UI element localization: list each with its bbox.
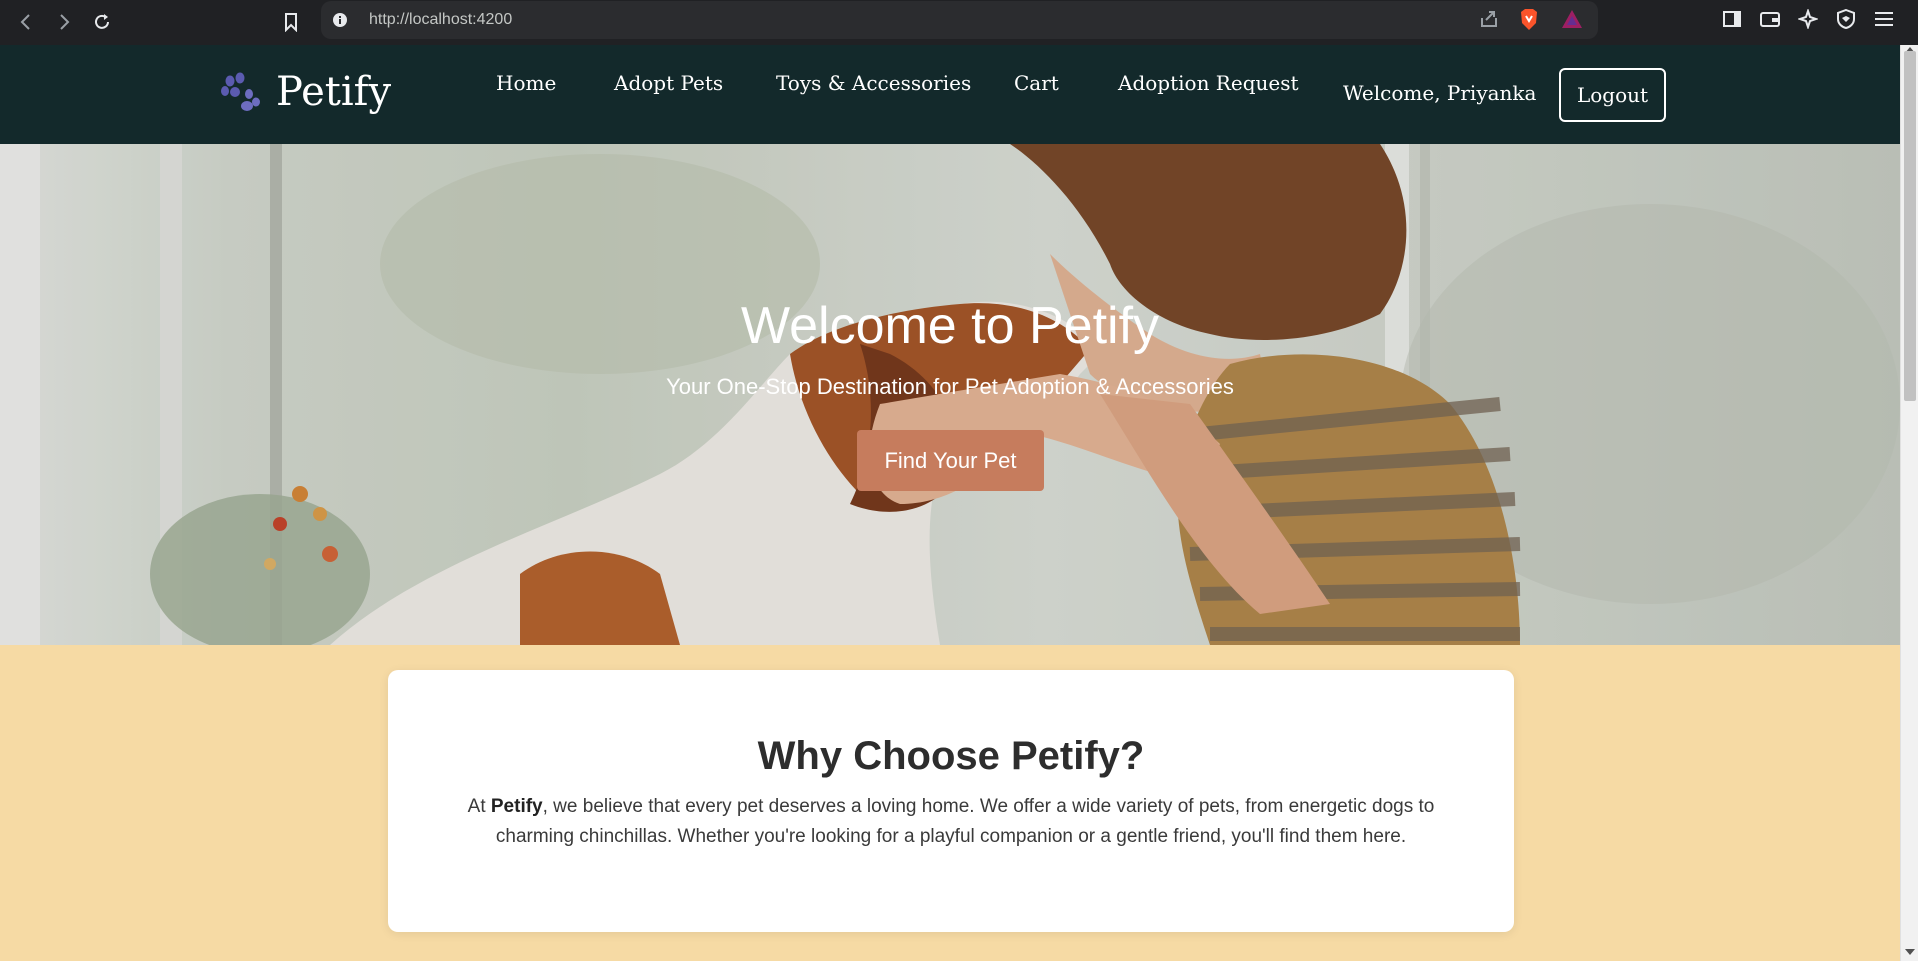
find-your-pet-button[interactable]: Find Your Pet <box>857 430 1044 491</box>
welcome-user-text: Welcome, Priyanka <box>1343 81 1537 105</box>
info-icon[interactable] <box>329 9 351 31</box>
vpn-icon[interactable] <box>1834 7 1858 31</box>
nav-link-adopt-pets[interactable]: Adopt Pets <box>614 71 723 95</box>
brand-logo[interactable]: Petify <box>220 69 391 115</box>
back-icon[interactable] <box>8 4 44 40</box>
nav-link-adoption-request[interactable]: Adoption Request <box>1118 71 1299 95</box>
paw-icon <box>221 72 260 111</box>
nav-link-home[interactable]: Home <box>496 71 556 95</box>
reload-icon[interactable] <box>84 4 120 40</box>
leo-icon[interactable] <box>1796 7 1820 31</box>
hero-title: Welcome to Petify <box>740 297 1160 355</box>
brand-name[interactable]: Petify <box>276 69 391 115</box>
brave-shield-icon[interactable] <box>1518 8 1540 37</box>
forward-icon[interactable] <box>46 4 82 40</box>
why-text-prefix: At <box>467 796 491 817</box>
nav-link-toys-accessories[interactable]: Toys & Accessories <box>776 71 971 95</box>
url-text[interactable]: http://localhost:4200 <box>369 11 512 29</box>
browser-toolbar: http://localhost:4200 <box>0 0 1918 45</box>
share-icon[interactable] <box>1478 8 1500 35</box>
bookmark-icon[interactable] <box>274 5 308 39</box>
site-navbar: Petify Home Adopt Pets Toys & Accessorie… <box>0 45 1900 144</box>
address-bar[interactable]: http://localhost:4200 <box>321 1 1598 39</box>
bat-rewards-icon[interactable] <box>1560 8 1584 35</box>
why-choose-text: At Petify, we believe that every pet des… <box>448 792 1454 852</box>
logout-button[interactable]: Logout <box>1559 68 1666 122</box>
nav-link-cart[interactable]: Cart <box>1014 71 1059 95</box>
scroll-down-icon[interactable] <box>1905 949 1915 955</box>
why-choose-title: Why Choose Petify? <box>757 734 1145 778</box>
sidebar-icon[interactable] <box>1720 7 1744 31</box>
hero-banner: Welcome to Petify Your One-Stop Destinat… <box>0 144 1900 645</box>
why-text-brand: Petify <box>490 796 543 817</box>
why-choose-card: Why Choose Petify? At Petify, we believe… <box>388 670 1514 932</box>
scrollbar-thumb[interactable] <box>1904 51 1916 401</box>
why-text-body: , we believe that every pet deserves a l… <box>495 796 1435 847</box>
hero-subtitle: Your One-Stop Destination for Pet Adopti… <box>666 374 1234 399</box>
wallet-icon[interactable] <box>1758 7 1782 31</box>
page-scrollbar[interactable] <box>1900 45 1918 961</box>
menu-icon[interactable] <box>1872 7 1896 31</box>
